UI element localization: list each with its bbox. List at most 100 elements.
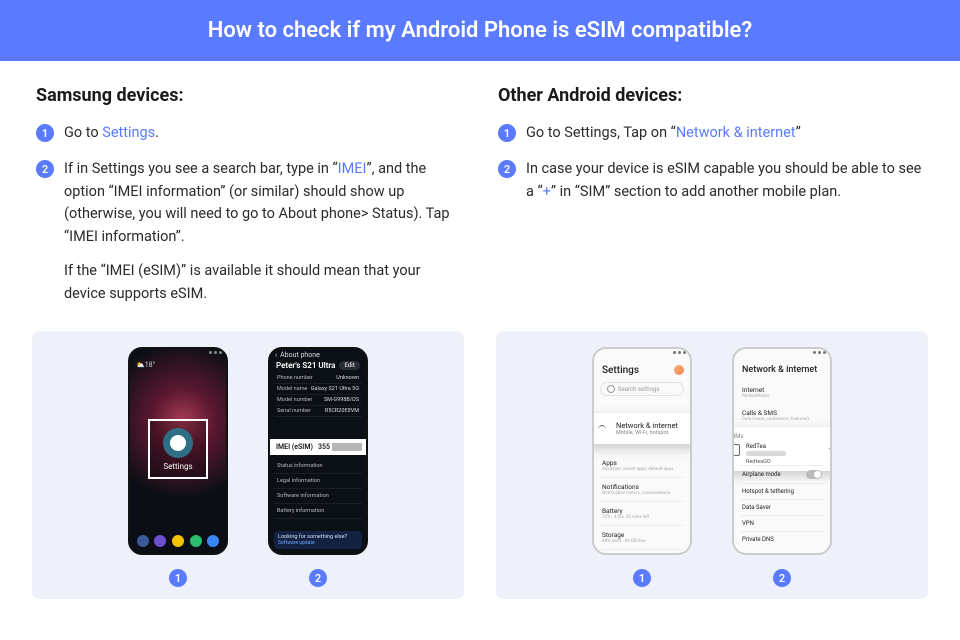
other-phone-row: Settings Search settings Network & inter… (592, 347, 832, 587)
samsung-phone2-wrap: ‹ About phone Peter's S21 Ultra Edit Pho… (268, 347, 368, 587)
settings-item: NotificationsNotification history, conve… (600, 477, 684, 501)
inline-link: Settings (102, 124, 155, 141)
card-subtitle: Mobile, Wi-Fi, hotspot (616, 430, 678, 436)
network-toggle-row: Airplane mode (740, 465, 824, 483)
imei-esim-label: IMEI (eSIM) (276, 443, 313, 451)
other-panel: Settings Search settings Network & inter… (496, 331, 928, 599)
step-badge-2: 2 (773, 569, 791, 587)
network-title: Network & internet (734, 359, 830, 381)
info-link-row: Battery information (274, 504, 362, 519)
settings-item: AppsAssistant, recent apps, default apps (600, 453, 684, 477)
step-number: 2 (36, 160, 54, 178)
edit-chip: Edit (339, 361, 359, 370)
text-segment: If in Settings you see a search bar, typ… (64, 160, 338, 177)
network-toggle-row: Hotspot & tethering (740, 483, 824, 499)
text-segment: Go to (64, 124, 102, 141)
imei-prefix: 355 (318, 443, 330, 451)
info-link-row: Software information (274, 489, 362, 504)
settings-items: AppsAssistant, recent apps, default apps… (600, 453, 684, 555)
app-dock (130, 535, 226, 547)
imei-masked (332, 443, 362, 451)
screenshots-row: ⛅18° Settings 1 ‹ About phone (0, 319, 960, 599)
samsung-heading: Samsung devices: (36, 85, 462, 106)
text-segment: ” (796, 124, 801, 141)
info-row: Serial numberR5CR20E8VM (274, 406, 362, 417)
info-row: Model nameGalaxy S21 Ultra 5G (274, 384, 362, 395)
info-link-row: Status information (274, 459, 362, 474)
step-item: 1 Go to Settings. (36, 122, 462, 144)
step-item: 1 Go to Settings, Tap on “Network & inter… (498, 122, 924, 144)
inline-link: + (543, 183, 551, 200)
inline-link: IMEI (338, 160, 367, 177)
samsung-homescreen: ⛅18° Settings (128, 347, 228, 555)
step-number: 2 (498, 160, 516, 178)
samsung-about-phone: ‹ About phone Peter's S21 Ultra Edit Pho… (268, 347, 368, 555)
inline-link: Network & internet (676, 124, 796, 141)
network-rows: Airplane modeHotspot & tetheringData Sav… (740, 465, 824, 547)
network-pre-items: InternetRedteaMobileCalls & SMSData (roa… (734, 381, 830, 427)
device-info-rows: Phone numberUnknownModel nameGalaxy S21 … (270, 373, 366, 417)
step-extra: If the “IMEI (eSIM)” is available it sho… (64, 260, 462, 305)
other-phone2-wrap: Network & internet InternetRedteaMobileC… (732, 347, 832, 587)
status-bar (130, 349, 226, 359)
screen-title: About phone (280, 351, 320, 359)
step-badge-1: 1 (633, 569, 651, 587)
gear-icon (163, 428, 193, 458)
status-bar: ‹ About phone (270, 349, 366, 361)
step-number: 1 (36, 124, 54, 142)
sims-label: SIMs (732, 433, 832, 440)
network-item: InternetRedteaMobile (734, 381, 830, 404)
status-bar (594, 349, 690, 359)
step-badge-2: 2 (309, 569, 327, 587)
samsung-panel: ⛅18° Settings 1 ‹ About phone (32, 331, 464, 599)
sim-icon (732, 444, 740, 456)
settings-label: Settings (163, 462, 192, 471)
step-item: 2In case your device is eSIM capable you… (498, 158, 924, 203)
settings-app-highlight: Settings (148, 419, 208, 479)
android-network-screen: Network & internet InternetRedteaMobileC… (732, 347, 832, 555)
device-name: Peter's S21 Ultra (276, 361, 335, 370)
looking-for-card: Looking for something else? Software upd… (274, 531, 362, 549)
network-toggle-row: Private DNS (740, 531, 824, 547)
weather-widget: ⛅18° (130, 359, 226, 371)
other-heading: Other Android devices: (498, 85, 924, 106)
network-internet-card: Network & internet Mobile, Wi-Fi, hotspo… (592, 413, 692, 444)
info-row: Phone numberUnknown (274, 373, 362, 384)
network-item: Calls & SMSData (roam, conference, featu… (734, 404, 830, 427)
step-number: 1 (498, 124, 516, 142)
card-title: Network & internet (616, 421, 678, 430)
text-segment: Go to Settings, Tap on “ (526, 124, 676, 141)
samsung-steps: 1 Go to Settings. 2 If in Settings you see … (36, 122, 462, 305)
other-phone1-wrap: Settings Search settings Network & inter… (592, 347, 692, 587)
sim-row: RedTea + (732, 443, 832, 456)
software-update-link: Software update (278, 540, 358, 546)
text-segment: . (155, 124, 159, 141)
plus-icon: + (828, 444, 832, 455)
toggle-icon (806, 470, 822, 479)
samsung-column: Samsung devices: 1 Go to Settings. 2 If in … (36, 85, 462, 319)
step-text: Go to Settings. (64, 122, 159, 144)
page-title: How to check if my Android Phone is eSIM… (208, 18, 752, 43)
settings-item: Storage48% used - 66 GB free (600, 525, 684, 549)
settings-title: Settings (594, 359, 690, 382)
network-toggle-row: Data Saver (740, 499, 824, 515)
step-text: Go to Settings, Tap on “Network & intern… (526, 122, 801, 144)
text-segment: ” in “SIM” section to add another mobile… (551, 183, 841, 200)
network-toggle-row: VPN (740, 515, 824, 531)
status-bar (734, 349, 830, 359)
sim-name: RedTea (746, 443, 822, 450)
other-column: Other Android devices: 1 Go to Settings, … (498, 85, 924, 319)
avatar-icon (674, 365, 684, 375)
instructions-row: Samsung devices: 1 Go to Settings. 2 If in … (0, 61, 960, 319)
settings-item: Sound & vibration (600, 549, 684, 555)
settings-item: Battery72% - 4 hrs, 56 mins left (600, 501, 684, 525)
other-steps: 1 Go to Settings, Tap on “Network & inter… (498, 122, 924, 203)
imei-esim-highlight: IMEI (eSIM) 355 (268, 439, 368, 455)
search-settings: Search settings (600, 382, 684, 396)
back-icon: ‹ (275, 351, 277, 359)
sim-number-masked (746, 451, 786, 456)
settings-title-text: Settings (602, 365, 639, 376)
samsung-phone1-wrap: ⛅18° Settings 1 (128, 347, 228, 587)
device-name-row: Peter's S21 Ultra Edit (270, 361, 366, 373)
info-row: Model numberSM-G998B/DS (274, 395, 362, 406)
